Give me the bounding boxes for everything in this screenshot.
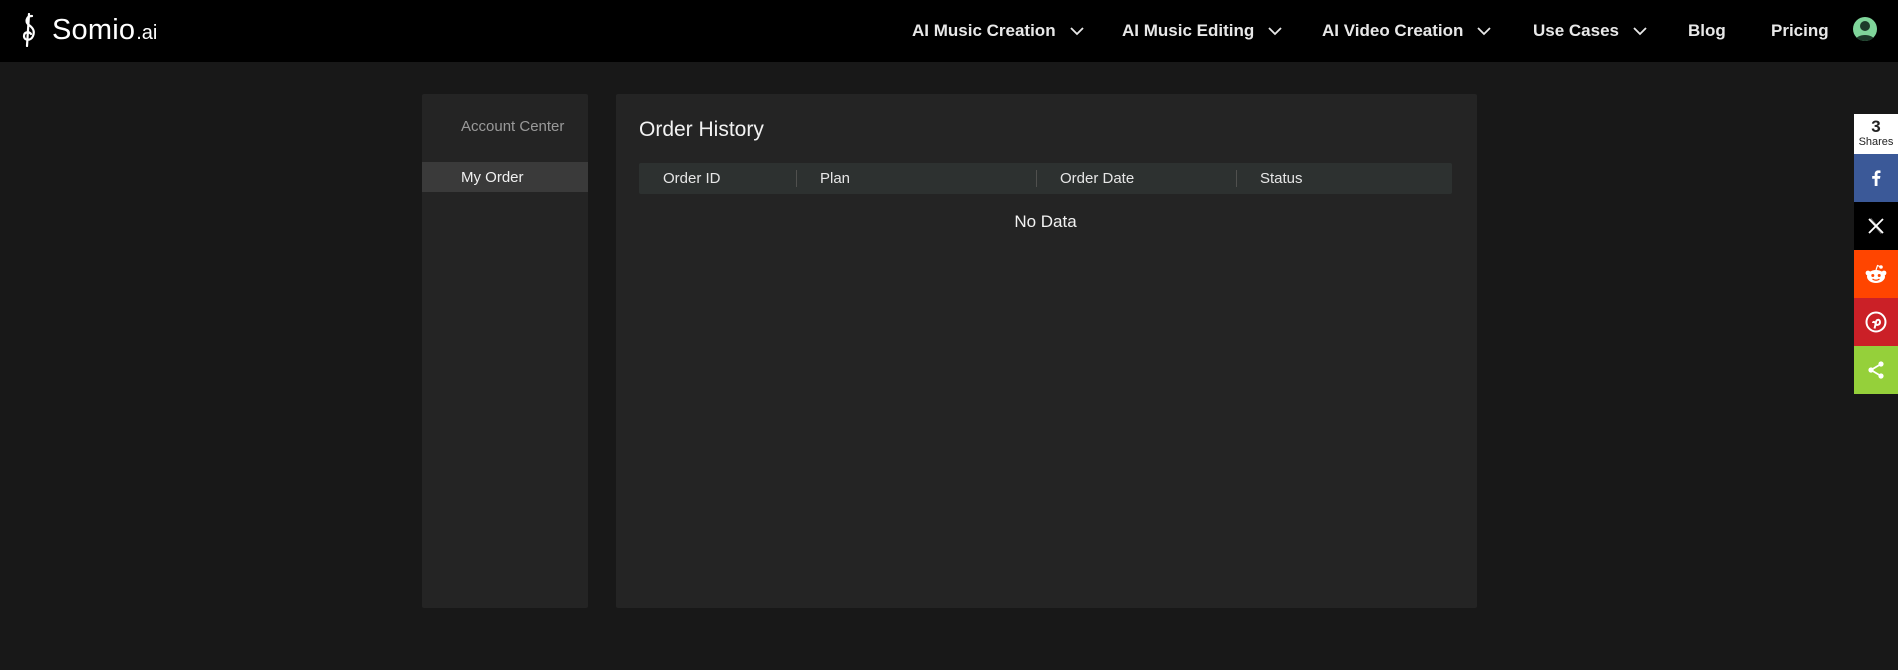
sidebar-item-label: My Order [461, 169, 524, 186]
share-count-label: Shares [1858, 136, 1894, 148]
pinterest-icon [1865, 311, 1887, 333]
sidebar-item-my-order[interactable]: My Order [422, 162, 588, 192]
column-divider [1236, 170, 1237, 187]
column-header-status: Status [1260, 170, 1303, 187]
facebook-icon [1872, 170, 1881, 186]
nav-item-label: AI Video Creation [1322, 21, 1464, 40]
chevron-down-icon [1633, 26, 1647, 35]
nav-ai-video-creation[interactable]: AI Video Creation [1322, 0, 1492, 62]
table-header: Order ID Plan Order Date Status [639, 163, 1452, 194]
column-divider [796, 170, 797, 187]
nav-item-label: Pricing [1771, 21, 1829, 40]
chevron-down-icon [1069, 26, 1084, 35]
share-icon [1868, 361, 1884, 379]
nav-ai-music-editing[interactable]: AI Music Editing [1122, 0, 1282, 62]
facebook-share-button[interactable] [1854, 154, 1898, 202]
top-navbar: Somio .ai AI Music Creation AI Music Edit… [0, 0, 1898, 62]
main-nav: AI Music Creation AI Music Editing AI Vi… [0, 0, 1898, 62]
x-icon [1868, 217, 1884, 235]
column-header-order-date: Order Date [1060, 170, 1135, 187]
nav-ai-music-creation[interactable]: AI Music Creation [912, 0, 1084, 62]
reddit-share-button[interactable] [1854, 250, 1898, 298]
pinterest-share-button[interactable] [1854, 298, 1898, 346]
sharethis-share-button[interactable] [1854, 346, 1898, 394]
order-history-panel: Order History Order ID Plan Order Date S… [616, 94, 1477, 608]
social-share-bar: 3 Shares [1854, 114, 1898, 394]
empty-state-text: No Data [1014, 212, 1077, 231]
sidebar-title: Account Center [461, 118, 565, 135]
nav-item-label: AI Music Editing [1122, 21, 1255, 40]
column-header-order-id: Order ID [663, 170, 721, 187]
reddit-icon [1865, 264, 1887, 283]
share-count-number: 3 [1871, 117, 1881, 136]
x-share-button[interactable] [1854, 202, 1898, 250]
nav-item-label: Blog [1688, 21, 1726, 40]
nav-use-cases[interactable]: Use Cases [1533, 0, 1647, 62]
nav-item-label: Use Cases [1533, 21, 1620, 40]
nav-blog[interactable]: Blog [1688, 0, 1726, 62]
chevron-down-icon [1477, 26, 1492, 35]
column-header-plan: Plan [820, 170, 851, 187]
nav-pricing[interactable]: Pricing [1771, 0, 1829, 62]
user-silhouette-icon [1855, 21, 1875, 41]
column-divider [1036, 170, 1037, 187]
share-count: 3 Shares [1854, 114, 1898, 154]
user-avatar-icon[interactable] [1853, 17, 1877, 41]
nav-item-label: AI Music Creation [912, 21, 1056, 40]
page-title: Order History [639, 118, 764, 141]
account-sidebar: Account Center My Order [422, 94, 588, 608]
chevron-down-icon [1268, 26, 1282, 35]
